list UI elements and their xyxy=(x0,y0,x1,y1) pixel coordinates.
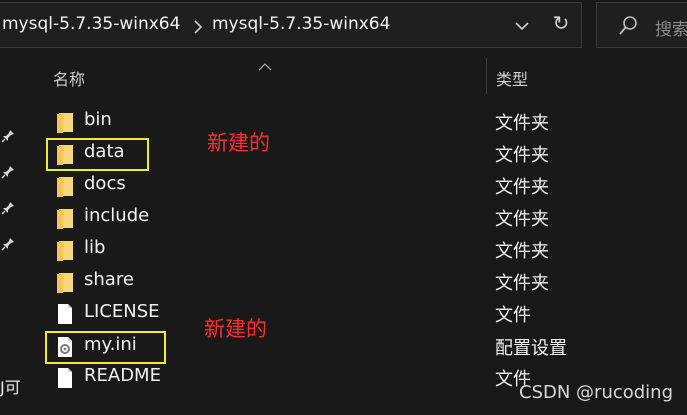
folder-icon xyxy=(56,271,74,293)
file-icon xyxy=(56,303,74,325)
breadcrumb-current[interactable]: mysql-5.7.35-winx64 xyxy=(212,14,390,34)
file-type: 配置设置 xyxy=(495,338,567,359)
file-name: lib xyxy=(84,237,106,258)
pin-icon[interactable] xyxy=(1,128,15,143)
file-row-bin[interactable]: bin 文件夹 xyxy=(48,105,687,137)
file-type: 文件 xyxy=(495,305,531,326)
search-icon xyxy=(619,16,637,40)
sort-ascending-icon xyxy=(258,56,272,75)
file-type: 文件夹 xyxy=(495,241,549,262)
file-type: 文件夹 xyxy=(495,209,549,230)
file-name: LICENSE xyxy=(84,301,160,322)
file-name: docs xyxy=(84,173,126,194)
pin-icon[interactable] xyxy=(1,200,15,215)
refresh-button[interactable]: ↻ xyxy=(544,10,578,36)
highlight-box-data xyxy=(46,138,149,171)
annotation-new-data: 新建的 xyxy=(207,131,270,155)
file-row-license[interactable]: LICENSE 文件 xyxy=(48,297,687,329)
navigation-pane xyxy=(0,52,28,415)
file-type: 文件夹 xyxy=(495,113,549,134)
file-type: 文件夹 xyxy=(495,145,549,166)
search-placeholder: 搜索 xyxy=(655,20,687,40)
folder-icon xyxy=(56,175,74,197)
file-name: bin xyxy=(84,109,112,130)
address-bar[interactable]: mysql-5.7.35-winx64 mysql-5.7.35-winx64 xyxy=(0,2,582,48)
column-header-name[interactable]: 名称 xyxy=(53,66,85,90)
pin-icon[interactable] xyxy=(1,236,15,251)
file-type: 文件夹 xyxy=(495,273,549,294)
nav-item-label[interactable]: J可 xyxy=(0,374,21,398)
folder-icon xyxy=(56,239,74,261)
folder-icon xyxy=(56,207,74,229)
file-name: include xyxy=(84,205,150,226)
file-row-docs[interactable]: docs 文件夹 xyxy=(48,169,687,201)
chevron-down-icon[interactable] xyxy=(510,13,534,39)
file-row-share[interactable]: share 文件夹 xyxy=(48,265,687,297)
file-row-lib[interactable]: lib 文件夹 xyxy=(48,233,687,265)
highlight-box-my-ini xyxy=(45,331,166,364)
watermark: CSDN @rucoding xyxy=(519,382,674,403)
file-type: 文件夹 xyxy=(495,177,549,198)
file-name: share xyxy=(84,269,134,290)
column-header-type[interactable]: 类型 xyxy=(496,66,528,90)
search-box[interactable]: 搜索 xyxy=(596,2,687,48)
file-row-include[interactable]: include 文件夹 xyxy=(48,201,687,233)
top-bar: mysql-5.7.35-winx64 mysql-5.7.35-winx64 … xyxy=(0,0,687,52)
refresh-icon: ↻ xyxy=(552,11,570,35)
file-icon xyxy=(56,367,74,389)
file-name: README xyxy=(84,365,161,386)
folder-icon xyxy=(56,111,74,133)
chevron-right-icon[interactable] xyxy=(194,19,203,38)
column-divider[interactable] xyxy=(486,58,487,94)
pin-icon[interactable] xyxy=(1,164,15,179)
annotation-new-my-ini: 新建的 xyxy=(204,317,267,341)
breadcrumb-parent[interactable]: mysql-5.7.35-winx64 xyxy=(2,14,180,34)
